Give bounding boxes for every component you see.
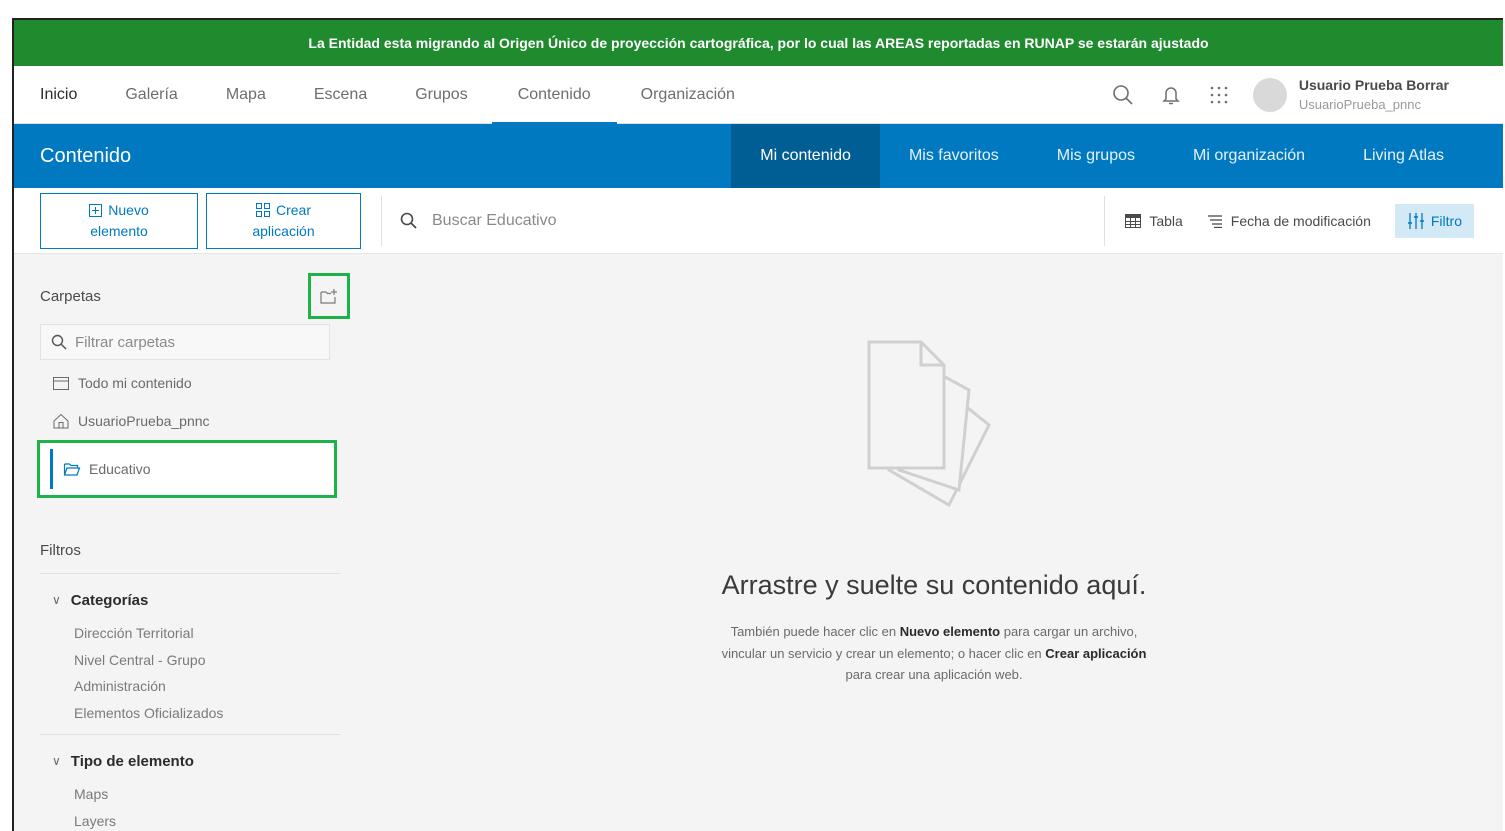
view-tools: Tabla Fecha de modificación Filtro [1104,188,1474,254]
content-search [400,211,1090,230]
search-icon [400,212,417,229]
plus-square-icon [89,203,103,217]
nav-item-contenido[interactable]: Contenido [491,66,617,125]
new-item-label-2: elemento [90,222,148,239]
folders-header: Carpetas [40,273,350,319]
filter-group-tipo-elemento[interactable]: ∨ Tipo de elemento [40,741,340,781]
sort-icon [1207,214,1222,228]
user-name: Usuario Prueba Borrar [1298,77,1449,93]
new-folder-icon [320,289,337,304]
folder-label: UsuarioPrueba_pnnc [78,413,210,429]
nav-item-grupos[interactable]: Grupos [391,66,491,124]
folder-label: Educativo [89,461,151,477]
migration-banner: La Entidad esta migrando al Origen Único… [14,20,1503,66]
desc-bold-new-item: Nuevo elemento [899,624,1001,639]
content-header: Contenido Mi contenido Mis favoritos Mis… [14,124,1503,188]
content-toolbar: Nuevo elemento Crear aplicación Tabla F [14,188,1503,254]
sort-label: Fecha de modificación [1230,212,1371,229]
bell-icon[interactable] [1147,66,1195,124]
toolbar-divider [1104,195,1106,246]
filter-sliders-icon [1407,212,1424,229]
folder-usuario[interactable]: UsuarioPrueba_pnnc [40,402,340,440]
avatar [1252,77,1287,112]
new-item-label-1: Nuevo [108,201,149,218]
new-folder-button[interactable] [308,273,350,319]
view-table-label: Tabla [1149,212,1183,229]
desc-text: vincular un servicio y crear un elemento… [721,645,1046,661]
tab-mis-favoritos[interactable]: Mis favoritos [880,124,1028,188]
nav-item-inicio[interactable]: Inicio [14,66,101,124]
folders-title: Carpetas [40,287,101,305]
folder-todo-mi-contenido[interactable]: Todo mi contenido [40,364,340,402]
documents-icon [867,340,991,508]
sort-button[interactable]: Fecha de modificación [1207,213,1371,229]
search-icon [51,334,67,350]
filter-group-title: Tipo de elemento [70,752,194,770]
tab-mi-organizacion[interactable]: Mi organización [1164,124,1334,188]
create-app-label-1: Crear [275,201,311,218]
nav-item-mapa[interactable]: Mapa [202,66,290,124]
filter-folders-input[interactable] [75,333,315,351]
page-title: Contenido [40,144,132,167]
filter-group-categorias[interactable]: ∨ Categorías [40,580,340,620]
filter-group-title: Categorías [70,591,149,609]
app-frame: La Entidad esta migrando al Origen Único… [12,18,1503,831]
home-folder-icon [53,413,69,429]
table-icon [1125,213,1142,228]
filter-item[interactable]: Administración [40,673,340,700]
folders-sidebar: Carpetas Todo mi contenido UsuarioPrueba… [37,273,350,831]
desc-bold-create-app: Crear aplicación [1045,645,1147,661]
user-handle: UsuarioPrueba_pnnc [1298,97,1421,112]
filter-item[interactable]: Nivel Central - Grupo [40,647,340,674]
empty-title: Arrastre y suelte su contenido aquí. [721,570,1147,600]
nav-item-galeria[interactable]: Galería [101,66,201,124]
top-navigation: Inicio Galería Mapa Escena Grupos Conten… [14,66,1503,125]
desc-text: También puede hacer clic en [730,624,900,639]
folder-label: Todo mi contenido [78,375,192,391]
folder-open-icon [63,463,81,476]
filter-item[interactable]: Layers [40,808,340,831]
filter-item[interactable]: Elementos Oficializados [40,700,340,727]
view-table-button[interactable]: Tabla [1125,212,1183,229]
tab-living-atlas[interactable]: Living Atlas [1334,124,1473,188]
toolbar-divider [381,195,382,246]
group-divider [40,734,340,735]
apps-grid-icon [255,203,270,217]
folder-educativo[interactable]: Educativo [37,440,337,498]
content-tabs: Mi contenido Mis favoritos Mis grupos Mi… [731,124,1473,188]
banner-text: La Entidad esta migrando al Origen Único… [308,35,1209,51]
empty-description: También puede hacer clic en Nuevo elemen… [634,621,1234,686]
search-input[interactable] [432,211,1032,230]
new-item-button[interactable]: Nuevo elemento [40,192,198,249]
chevron-down-icon: ∨ [52,754,61,768]
app-launcher-icon[interactable] [1195,66,1243,124]
filter-item[interactable]: Dirección Territorial [40,620,340,647]
filter-item[interactable]: Maps [40,781,340,808]
tab-mis-grupos[interactable]: Mis grupos [1028,124,1164,188]
user-menu[interactable]: Usuario Prueba Borrar UsuarioPrueba_pnnc [1243,77,1503,112]
filter-label: Filtro [1430,212,1462,229]
folder-all-icon [53,377,69,390]
empty-state: Arrastre y suelte su contenido aquí. Tam… [634,340,1234,686]
tab-mi-contenido[interactable]: Mi contenido [731,124,880,188]
chevron-down-icon: ∨ [52,593,61,607]
nav-item-escena[interactable]: Escena [290,66,391,124]
filter-folders-field [40,324,330,360]
create-app-label-2: aplicación [252,222,315,239]
filters-title: Filtros [40,542,340,574]
nav-item-organizacion[interactable]: Organización [617,66,759,124]
create-app-button[interactable]: Crear aplicación [206,192,361,249]
desc-text: para crear una aplicación web. [845,667,1023,682]
topnav-right: Usuario Prueba Borrar UsuarioPrueba_pnnc [1099,66,1503,124]
filter-button[interactable]: Filtro [1394,203,1474,238]
desc-text: para cargar un archivo, [1000,624,1138,639]
search-icon[interactable] [1099,66,1147,124]
